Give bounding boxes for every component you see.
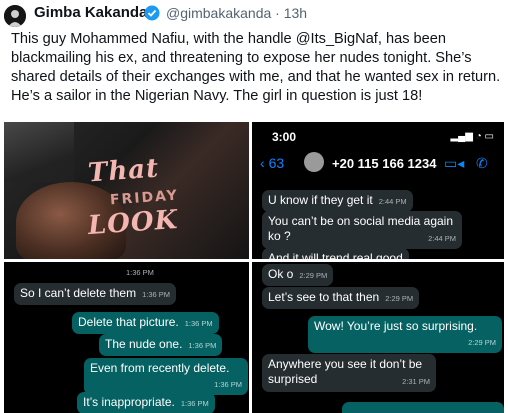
video-call-icon: ▭◂: [444, 155, 465, 171]
message-text: The nude one.: [105, 337, 183, 351]
chat-bubble: So I can’t delete them 1:36 PM: [14, 283, 177, 305]
message-text: Ok o: [268, 267, 294, 281]
message-time: 1:36 PM: [142, 290, 171, 299]
verified-badge-icon: [144, 5, 160, 21]
chat-bubble: It’s inappropriate. 1:36 PM: [77, 392, 215, 413]
message-text-line2: ko ?: [268, 229, 291, 243]
message-text: Wow! You’re just so surprising.: [314, 319, 478, 333]
chat-bubble: Delete that picture. 1:36 PM: [72, 312, 219, 334]
contact-number: +20 115 166 1234: [332, 156, 437, 171]
tweet-time[interactable]: · 13h: [275, 5, 307, 21]
chat-bubble-partial: [342, 402, 504, 413]
author-handle[interactable]: @gimbakakanda: [166, 5, 271, 21]
message-text: And it will trend real good: [268, 251, 403, 259]
message-text-line2: surprised: [268, 372, 318, 386]
message-time: 1:36 PM: [188, 341, 217, 350]
message-time: 2:29 PM: [299, 271, 328, 280]
tweet-text: This guy Mohammed Nafiu, with the handle…: [11, 31, 501, 104]
message-time: 2:29 PM: [468, 338, 496, 347]
message-time: 1:36 PM: [184, 319, 213, 328]
chat-bubble: You can’t be on social media again ko ? 2…: [262, 211, 462, 249]
chat-bubble: Wow! You’re just so surprising. 2:29 PM: [308, 316, 502, 353]
contact-avatar: [304, 152, 324, 172]
message-text: Even from recently delete.: [90, 361, 230, 375]
back-count: 63: [268, 155, 285, 171]
media-image-4[interactable]: Ok o 2:29 PM Let’s see to that then 2:29 P…: [252, 262, 504, 413]
phone-call-icon: ✆: [476, 155, 488, 171]
overlay-text-look: LOOK: [87, 204, 180, 242]
message-text: U know if they get it: [268, 193, 373, 207]
chat-bubble: Ok o 2:29 PM: [262, 264, 334, 286]
message-time: 1:36 PM: [214, 380, 242, 389]
chat-bubble: Even from recently delete. 1:36 PM: [84, 358, 248, 395]
message-text: Let’s see to that then: [268, 290, 380, 304]
message-time: 2:44 PM: [378, 197, 407, 206]
media-image-2[interactable]: 3:00 ▂▄▆ ◔ ▭ ‹ 63 +20 115 166 1234 ▭◂ ✆ …: [252, 122, 504, 259]
media-image-3[interactable]: 1:36 PM So I can’t delete them 1:36 PM De…: [4, 262, 249, 413]
chat-bubble: Anywhere you see it don’t be surprised 2:…: [262, 354, 436, 392]
message-time: 1:36 PM: [126, 268, 154, 277]
chat-bubble: The nude one. 1:36 PM: [99, 334, 223, 356]
message-time: 2:44 PM: [428, 234, 456, 243]
car-dashboard: [4, 122, 74, 182]
author-handle-time[interactable]: @gimbakakanda · 13h: [166, 5, 307, 21]
message-text: It’s inappropriate.: [83, 395, 175, 409]
message-time: 2:29 PM: [385, 294, 414, 303]
message-time: 2:31 PM: [402, 377, 430, 386]
back-chevron-icon: ‹ 63: [260, 155, 285, 171]
media-image-1[interactable]: That FRIDAY LOOK: [4, 122, 249, 259]
message-text: You can’t be on social media again: [268, 214, 454, 228]
overlay-text-that: That: [87, 153, 161, 189]
author-name[interactable]: Gimba Kakanda: [34, 4, 147, 21]
message-text: Anywhere you see it don’t be: [268, 357, 423, 371]
author-avatar[interactable]: [4, 5, 26, 27]
chat-bubble: Let’s see to that then 2:29 PM: [262, 287, 420, 309]
chat-bubble: U know if they get it 2:44 PM: [262, 190, 413, 212]
status-icons: ▂▄▆ ◔ ▭: [450, 131, 494, 142]
message-time: 1:36 PM: [180, 399, 209, 408]
chat-bubble: And it will trend real good: [262, 248, 409, 259]
phone-clock: 3:00: [272, 130, 297, 144]
message-text: So I can’t delete them: [20, 286, 137, 300]
message-text: Delete that picture.: [78, 315, 179, 329]
